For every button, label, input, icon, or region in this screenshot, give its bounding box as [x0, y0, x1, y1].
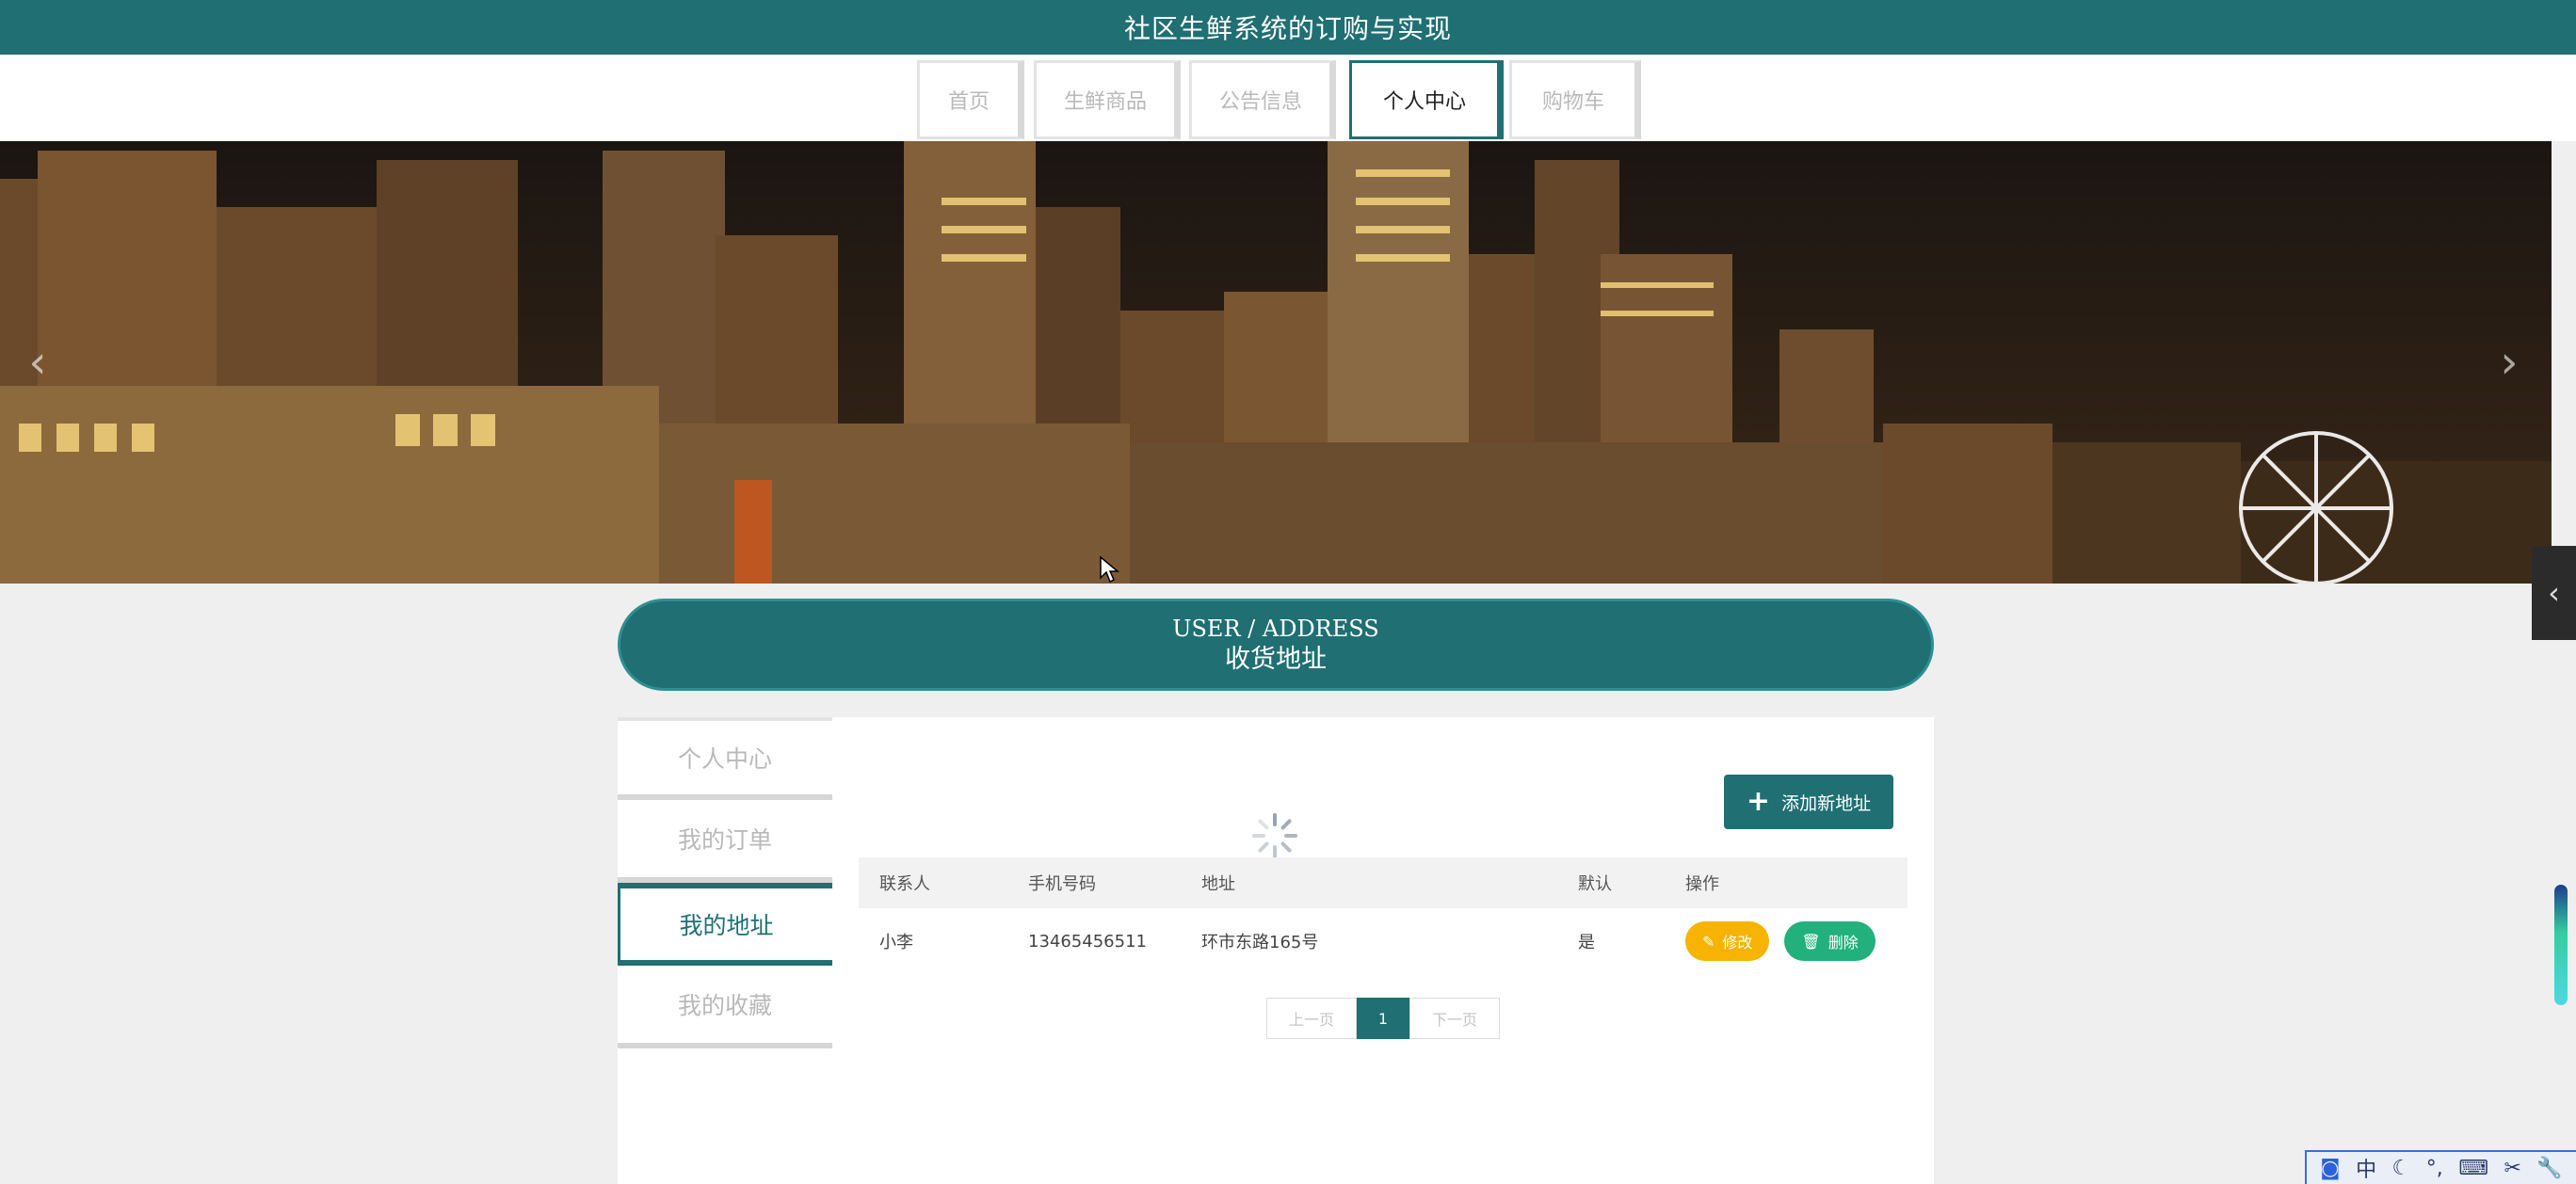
section-title-cn: 收货地址 — [1225, 645, 1327, 674]
nav-home[interactable]: 首页 — [917, 60, 1024, 139]
add-address-label: 添加新地址 — [1781, 792, 1872, 814]
col-address: 地址 — [1181, 857, 1557, 908]
edit-label: 修改 — [1722, 934, 1753, 952]
scroll-indicator[interactable] — [2554, 885, 2568, 1005]
side-panel-toggle[interactable]: ‹ — [2532, 546, 2576, 640]
banner-next-button[interactable]: › — [2490, 334, 2528, 391]
nav-personal-center[interactable]: 个人中心 — [1349, 60, 1504, 139]
cell-actions: ✎ 修改 🗑 删除 — [1665, 908, 1908, 974]
col-contact: 联系人 — [859, 857, 1007, 908]
table-header-row: 联系人 手机号码 地址 默认 操作 — [859, 857, 1908, 908]
side-menu-personal-center[interactable]: 个人中心 — [618, 717, 832, 800]
cell-phone: 13465456511 — [1028, 931, 1147, 952]
table-row: 小李 13465456511 环市东路165号 是 ✎ 修改 🗑 删除 — [859, 908, 1908, 974]
delete-label: 删除 — [1827, 934, 1859, 952]
banner-prev-button[interactable]: ‹ — [19, 334, 56, 391]
cell-contact: 小李 — [879, 933, 913, 952]
city-skyline-image — [0, 141, 2552, 584]
col-default: 默认 — [1557, 857, 1665, 908]
cell-default: 是 — [1578, 933, 1595, 952]
current-page-button[interactable]: 1 — [1357, 998, 1409, 1039]
cell-address: 环市东路165号 — [1201, 933, 1319, 952]
tools-icon[interactable]: ✂ — [2504, 1157, 2520, 1180]
side-menu-my-address[interactable]: 我的地址 — [618, 883, 832, 966]
section-title-en: USER / ADDRESS — [1172, 616, 1379, 642]
edit-button[interactable]: ✎ 修改 — [1685, 921, 1770, 961]
top-title-bar: 社区生鲜系统的订购与实现 — [0, 0, 2576, 55]
col-phone: 手机号码 — [1007, 857, 1181, 908]
user-side-menu: 个人中心 我的订单 我的地址 我的收藏 — [618, 717, 832, 1048]
nav-announcements[interactable]: 公告信息 — [1189, 60, 1336, 139]
wrench-icon[interactable]: 🔧 — [2536, 1157, 2562, 1180]
nav-fresh-products[interactable]: 生鲜商品 — [1034, 60, 1181, 139]
main-nav: 首页 生鲜商品 公告信息 个人中心 购物车 — [0, 55, 2576, 141]
site-title: 社区生鲜系统的订购与实现 — [1123, 13, 1452, 44]
address-table: 联系人 手机号码 地址 默认 操作 小李 13465456511 环市东路165… — [859, 857, 1908, 974]
punctuation-icon[interactable]: °, — [2426, 1157, 2443, 1180]
plus-icon: + — [1746, 785, 1771, 818]
moon-icon[interactable]: ☾ — [2392, 1157, 2411, 1180]
chevron-left-icon: ‹ — [2548, 575, 2560, 611]
col-actions: 操作 — [1665, 857, 1908, 908]
next-page-button[interactable]: 下一页 — [1409, 998, 1500, 1039]
prev-page-button[interactable]: 上一页 — [1266, 998, 1357, 1039]
add-address-button[interactable]: + 添加新地址 — [1724, 775, 1893, 829]
mouse-cursor-icon — [1100, 555, 1119, 584]
hero-banner: ‹ › — [0, 141, 2552, 584]
side-menu-my-orders[interactable]: 我的订单 — [618, 800, 832, 883]
ime-language-toggle[interactable]: 中 — [2356, 1153, 2376, 1183]
side-menu-my-favorites[interactable]: 我的收藏 — [618, 966, 832, 1048]
pencil-icon: ✎ — [1702, 932, 1715, 951]
ime-logo-icon[interactable]: ◙ — [2320, 1157, 2340, 1180]
ime-toolbar: ◙ 中 ☾ °, ⌨ ✂ 🔧 — [2305, 1150, 2576, 1184]
section-header: USER / ADDRESS 收货地址 — [618, 599, 1934, 691]
delete-button[interactable]: 🗑 删除 — [1784, 921, 1876, 961]
nav-cart[interactable]: 购物车 — [1509, 60, 1641, 139]
keyboard-icon[interactable]: ⌨ — [2458, 1157, 2488, 1180]
loading-spinner-icon — [1252, 813, 1297, 858]
pagination: 上一页 1 下一页 — [1266, 998, 1500, 1039]
trash-icon: 🗑 — [1801, 932, 1821, 951]
